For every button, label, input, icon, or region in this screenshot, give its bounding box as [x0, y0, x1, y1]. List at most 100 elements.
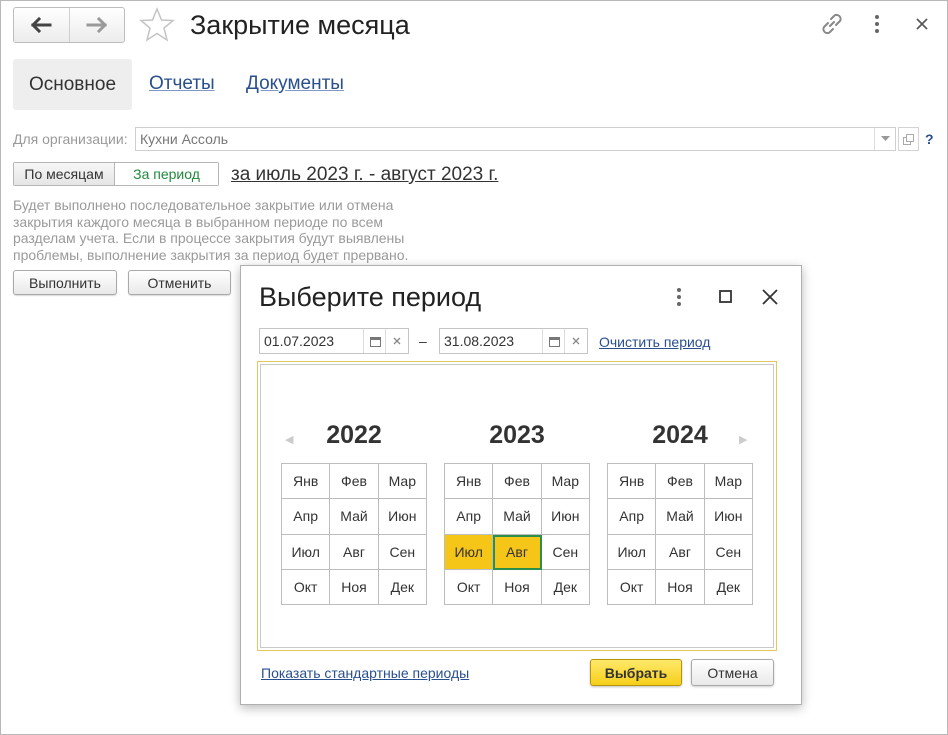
month-cell[interactable]: Май — [330, 499, 379, 535]
month-cell[interactable]: Июн — [541, 499, 590, 535]
month-cell[interactable]: Дек — [704, 569, 753, 605]
date-to-value: 31.08.2023 — [444, 333, 515, 349]
date-from-calendar-button[interactable] — [363, 329, 386, 353]
maximize-icon — [719, 290, 732, 303]
by-month-button[interactable]: По месяцам — [14, 163, 115, 185]
month-cell[interactable]: Апр — [445, 499, 494, 535]
month-cell[interactable]: Июн — [704, 499, 753, 535]
organization-label: Для организации: — [13, 131, 128, 147]
month-cell[interactable]: Янв — [282, 464, 331, 500]
dialog-more-button[interactable] — [671, 286, 687, 313]
tab-main[interactable]: Основное — [13, 59, 132, 110]
date-from-field[interactable]: 01.07.2023 — [259, 328, 409, 354]
month-cell[interactable]: Авг — [656, 534, 705, 570]
cancel-closing-button[interactable]: Отменить — [128, 270, 231, 295]
month-cell[interactable]: Окт — [445, 569, 494, 605]
clear-period-link[interactable]: Очистить период — [599, 334, 710, 350]
mode-toggle: По месяцам За период — [13, 162, 219, 186]
month-picker-panel: ◀ ▶ 2022 2023 2024 Янв Фев Мар Апр Май И… — [260, 364, 774, 648]
close-icon — [762, 289, 778, 305]
close-icon — [916, 18, 928, 30]
period-dialog: Выберите период 01.07.2023 – 31.08.2023 — [240, 265, 802, 705]
dialog-title: Выберите период — [259, 282, 482, 312]
year-label-2023: 2023 — [489, 421, 545, 449]
month-cell[interactable]: Мар — [378, 464, 427, 500]
month-cell[interactable]: Апр — [608, 499, 657, 535]
by-period-button[interactable]: За период — [115, 163, 218, 185]
more-vertical-icon — [875, 15, 879, 33]
month-cell[interactable]: Ноя — [493, 569, 542, 605]
page-title: Закрытие месяца — [190, 10, 410, 40]
organization-dropdown-button[interactable] — [874, 128, 896, 150]
period-link[interactable]: за июль 2023 г. - август 2023 г. — [231, 164, 498, 186]
arrow-left-icon — [31, 17, 52, 33]
month-cell[interactable]: Фев — [656, 464, 705, 500]
chevron-down-icon — [881, 136, 890, 141]
open-icon — [903, 133, 914, 145]
tab-reports[interactable]: Отчеты — [149, 73, 215, 95]
month-cell[interactable]: Май — [656, 499, 705, 535]
month-cell[interactable]: Янв — [608, 464, 657, 500]
month-cell-selected-focused[interactable]: Авг — [493, 534, 542, 570]
calendar-icon — [548, 336, 560, 347]
month-cell[interactable]: Фев — [330, 464, 379, 500]
back-button[interactable] — [14, 8, 69, 42]
more-button[interactable] — [867, 11, 887, 42]
month-cell[interactable]: Дек — [541, 569, 590, 605]
run-button[interactable]: Выполнить — [13, 270, 117, 295]
month-picker: ◀ ▶ 2022 2023 2024 Янв Фев Мар Апр Май И… — [257, 361, 777, 651]
month-cell[interactable]: Дек — [378, 569, 427, 605]
date-from-value: 01.07.2023 — [264, 333, 335, 349]
date-to-clear-button[interactable] — [564, 329, 587, 353]
show-standard-periods-link[interactable]: Показать стандартные периоды — [261, 665, 469, 681]
arrow-right-icon — [86, 17, 107, 33]
month-cell[interactable]: Фев — [493, 464, 542, 500]
favorite-button[interactable] — [139, 7, 175, 48]
month-cell[interactable]: Май — [493, 499, 542, 535]
year-label-2022: 2022 — [326, 421, 382, 449]
month-cell[interactable]: Окт — [608, 569, 657, 605]
month-grid-2023: Янв Фев Мар Апр Май Июн Июл Авг Сен Окт … — [444, 463, 590, 605]
forward-button[interactable] — [68, 8, 125, 42]
month-cell[interactable]: Июл — [282, 534, 331, 570]
dialog-cancel-button[interactable]: Отмена — [691, 659, 774, 686]
date-to-calendar-button[interactable] — [542, 329, 565, 353]
month-cell[interactable]: Мар — [704, 464, 753, 500]
year-label-2024: 2024 — [652, 421, 708, 449]
month-cell[interactable]: Авг — [330, 534, 379, 570]
main-window: Закрытие месяца Основное Отчеты Документ… — [0, 0, 948, 735]
month-cell[interactable]: Окт — [282, 569, 331, 605]
month-cell[interactable]: Янв — [445, 464, 494, 500]
month-cell[interactable]: Сен — [541, 534, 590, 570]
month-cell-selected[interactable]: Июл — [445, 534, 494, 570]
help-icon[interactable]: ? — [925, 131, 934, 147]
tab-documents[interactable]: Документы — [246, 73, 344, 95]
month-cell[interactable]: Июн — [378, 499, 427, 535]
date-from-clear-button[interactable] — [385, 329, 408, 353]
nav-buttons — [13, 7, 125, 43]
clear-icon — [572, 337, 580, 345]
organization-value: Кухни Ассоль — [140, 131, 229, 147]
select-button[interactable]: Выбрать — [590, 659, 682, 686]
link-button[interactable] — [819, 11, 845, 42]
close-button[interactable] — [911, 11, 933, 42]
month-cell[interactable]: Ноя — [330, 569, 379, 605]
calendar-icon — [369, 336, 381, 347]
dialog-maximize-button[interactable] — [717, 288, 735, 311]
organization-field[interactable]: Кухни Ассоль — [135, 127, 896, 151]
clear-icon — [393, 337, 401, 345]
description-text: Будет выполнено последовательное закрыти… — [13, 197, 409, 263]
organization-open-button[interactable] — [898, 127, 919, 151]
date-to-field[interactable]: 31.08.2023 — [439, 328, 588, 354]
month-cell[interactable]: Сен — [704, 534, 753, 570]
star-icon — [139, 7, 175, 42]
more-vertical-icon — [677, 288, 681, 306]
month-cell[interactable]: Апр — [282, 499, 331, 535]
dialog-close-button[interactable] — [759, 286, 781, 313]
month-cell[interactable]: Ноя — [656, 569, 705, 605]
month-cell[interactable]: Сен — [378, 534, 427, 570]
month-grid-2022: Янв Фев Мар Апр Май Июн Июл Авг Сен Окт … — [281, 463, 427, 605]
month-cell[interactable]: Мар — [541, 464, 590, 500]
month-grid-2024: Янв Фев Мар Апр Май Июн Июл Авг Сен Окт … — [607, 463, 753, 605]
month-cell[interactable]: Июл — [608, 534, 657, 570]
